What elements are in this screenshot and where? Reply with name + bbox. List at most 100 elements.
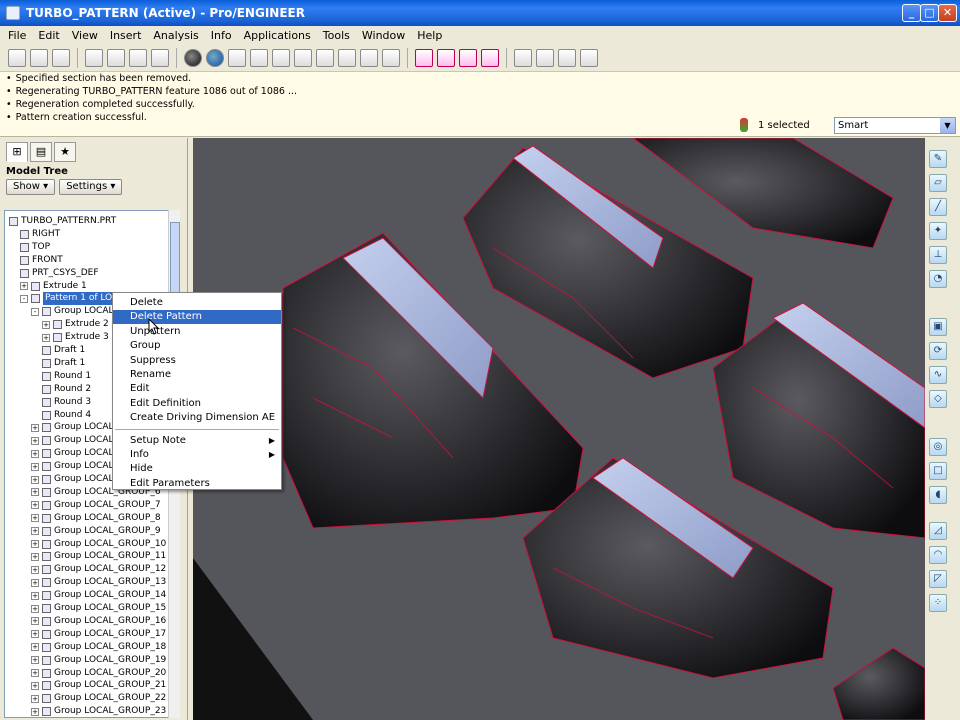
expand-icon[interactable]: + <box>31 591 39 600</box>
tree-node[interactable]: Round 3 <box>42 396 91 409</box>
expand-icon[interactable]: + <box>31 578 39 587</box>
expand-icon[interactable]: + <box>31 552 39 561</box>
favorites-tab-icon[interactable]: ★ <box>54 142 76 162</box>
regen-manager-icon[interactable] <box>107 49 125 67</box>
context-menu-item[interactable]: Create Driving Dimension AE <box>113 411 281 425</box>
selection-filter-select[interactable]: Smart ▼ <box>834 117 956 134</box>
expand-icon[interactable]: + <box>31 475 39 484</box>
tree-node[interactable]: + Group LOCAL_GROUP_10 <box>31 538 166 551</box>
expand-icon[interactable]: + <box>42 333 50 342</box>
datum-plane-icon[interactable]: ▱ <box>929 174 947 192</box>
collapse-icon[interactable]: - <box>20 294 28 303</box>
tree-node[interactable]: RIGHT <box>20 228 60 241</box>
expand-icon[interactable]: + <box>31 462 39 471</box>
expand-icon[interactable]: + <box>31 540 39 548</box>
context-menu-item[interactable]: Delete Pattern <box>113 310 281 325</box>
tree-node[interactable]: Round 4 <box>42 409 91 422</box>
expand-icon[interactable]: + <box>31 488 39 497</box>
menu-tools[interactable]: Tools <box>323 29 350 42</box>
wireframe-icon[interactable] <box>514 49 532 67</box>
context-menu-item[interactable]: Hide <box>113 462 281 476</box>
tree-node[interactable]: + Group LOCAL_GROUP_7 <box>31 499 161 512</box>
expand-icon[interactable]: + <box>31 604 39 613</box>
expand-icon[interactable]: + <box>31 527 39 536</box>
tree-node[interactable]: + Extrude 2 <box>42 318 109 331</box>
expand-icon[interactable]: + <box>31 707 39 716</box>
zoom-in-icon[interactable] <box>316 49 334 67</box>
context-menu-item[interactable]: Edit <box>113 382 281 396</box>
tree-node[interactable]: + Extrude 3 <box>42 331 109 344</box>
tree-node[interactable]: + Group LOCAL_GROUP_13 <box>31 576 166 589</box>
tree-node[interactable]: + Extrude 1 <box>20 280 87 293</box>
tree-node[interactable]: FRONT <box>20 254 63 267</box>
layers-icon[interactable] <box>382 49 400 67</box>
shading-icon[interactable] <box>184 49 202 67</box>
tree-node[interactable]: + Group LOCAL_GROUP_22 <box>31 692 166 705</box>
model-tree-tab-icon[interactable]: ⊞ <box>6 142 28 162</box>
context-menu-item[interactable]: Suppress <box>113 354 281 368</box>
expand-icon[interactable]: + <box>31 501 39 510</box>
expand-icon[interactable]: + <box>31 630 39 639</box>
csys-icon[interactable] <box>481 49 499 67</box>
expand-icon[interactable]: + <box>20 282 28 290</box>
context-menu-item[interactable]: Delete <box>113 296 281 310</box>
tree-node[interactable]: + Group LOCAL_GROUP_23 <box>31 705 166 717</box>
menu-view[interactable]: View <box>72 29 98 42</box>
draft-icon[interactable]: ◿ <box>929 522 947 540</box>
tree-node[interactable]: + Group LOCAL_GROUP_11 <box>31 550 166 563</box>
shell-icon[interactable]: □ <box>929 462 947 480</box>
select-box-icon[interactable] <box>151 49 169 67</box>
tree-node[interactable]: TOP <box>20 241 50 254</box>
tree-node[interactable]: Draft 1 <box>42 357 85 370</box>
menu-window[interactable]: Window <box>362 29 405 42</box>
close-button[interactable]: ✕ <box>938 4 957 22</box>
regenerate-icon[interactable] <box>85 49 103 67</box>
revolve-icon[interactable]: ⟳ <box>929 342 947 360</box>
tree-node[interactable]: + Group LOCAL_GROUP_20 <box>31 667 166 680</box>
context-menu-item[interactable]: Edit Parameters <box>113 477 281 491</box>
menu-applications[interactable]: Applications <box>244 29 311 42</box>
show-button[interactable]: Show ▾ <box>6 179 56 195</box>
extrude-icon[interactable]: ▣ <box>929 318 947 336</box>
menu-help[interactable]: Help <box>417 29 442 42</box>
tree-node[interactable]: + Group LOCAL_GROUP_19 <box>31 654 166 667</box>
context-menu-item[interactable]: Edit Definition <box>113 397 281 411</box>
scrollbar-thumb[interactable] <box>170 222 180 302</box>
tree-node[interactable]: Draft 1 <box>42 344 85 357</box>
folder-browser-tab-icon[interactable]: ▤ <box>30 142 52 162</box>
tree-node[interactable]: + Group LOCAL_GROUP_18 <box>31 641 166 654</box>
zoom-out-icon[interactable] <box>338 49 356 67</box>
tree-node[interactable]: Round 1 <box>42 370 91 383</box>
tree-node[interactable]: + Group LOCAL_GROUP_14 <box>31 589 166 602</box>
expand-icon[interactable]: + <box>31 643 39 652</box>
expand-icon[interactable]: + <box>31 681 39 690</box>
orient-icon[interactable] <box>250 49 268 67</box>
expand-icon[interactable]: + <box>31 565 39 574</box>
tree-node[interactable]: + Group LOCAL_GROUP_17 <box>31 628 166 641</box>
menu-edit[interactable]: Edit <box>38 29 59 42</box>
expand-icon[interactable]: + <box>42 320 50 329</box>
tree-node[interactable]: + Group LOCAL_GROUP_15 <box>31 602 166 615</box>
tree-node[interactable]: + Group LOCAL_GROUP_21 <box>31 679 166 692</box>
context-menu-item[interactable]: Unpattern <box>113 325 281 339</box>
datum-csys-icon[interactable]: ⊥ <box>929 246 947 264</box>
tree-node[interactable]: Round 2 <box>42 383 91 396</box>
settings-button[interactable]: Settings ▾ <box>59 179 123 195</box>
find-icon[interactable] <box>129 49 147 67</box>
tree-node[interactable]: PRT_CSYS_DEF <box>20 267 99 280</box>
maximize-button[interactable]: □ <box>920 4 939 22</box>
context-menu-item[interactable]: Group <box>113 339 281 353</box>
tree-node[interactable]: + Group LOCAL_GROUP_9 <box>31 525 161 538</box>
repaint-icon[interactable] <box>228 49 246 67</box>
save-icon[interactable] <box>52 49 70 67</box>
expand-icon[interactable]: + <box>31 669 39 677</box>
tree-node[interactable]: + Group LOCAL_GROUP_16 <box>31 615 166 628</box>
round-icon[interactable]: ◠ <box>929 546 947 564</box>
expand-icon[interactable]: + <box>31 449 39 458</box>
rib-icon[interactable]: ◖ <box>929 486 947 504</box>
expand-icon[interactable]: + <box>31 656 39 665</box>
datum-point-icon[interactable]: ✦ <box>929 222 947 240</box>
collapse-icon[interactable]: - <box>31 307 39 316</box>
analysis-icon[interactable]: ◔ <box>929 270 947 288</box>
tree-node[interactable]: + Group LOCAL_GROUP_8 <box>31 512 161 525</box>
